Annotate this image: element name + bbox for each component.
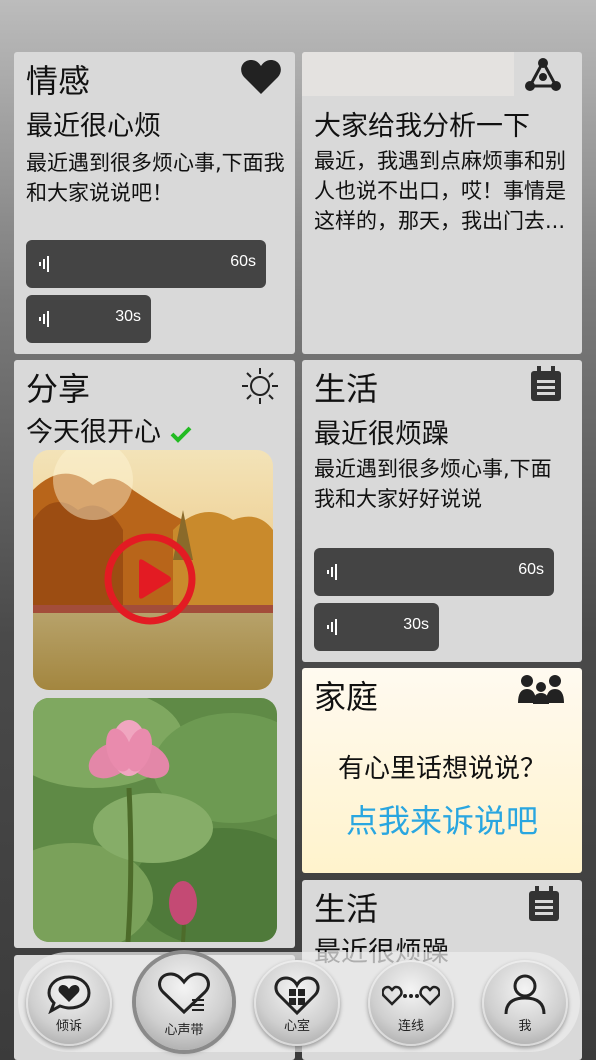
hearts-link-icon xyxy=(382,985,440,1006)
heart-grid-icon xyxy=(274,976,320,1016)
play-button-icon[interactable] xyxy=(103,532,197,626)
card-life[interactable]: 生活 最近很烦躁 最近遇到很多烦心事,下面我和大家好好说说 60s 30s xyxy=(302,360,582,662)
check-icon xyxy=(170,426,192,443)
card-family[interactable]: 家庭 有心里话想说说？ 点我来诉说吧 xyxy=(302,668,582,873)
card-analyze[interactable]: 大家给我分析一下 最近，我遇到点麻烦事和别人也说不出口，哎！事情是这样的，那天，… xyxy=(302,52,582,354)
card-category: 分享 xyxy=(26,370,91,408)
nav-label: 心声带 xyxy=(164,1023,204,1038)
card-body: 最近，我遇到点麻烦事和别人也说不出口，哎！事情是这样的，那天，我出门去... xyxy=(314,149,566,233)
card-body: 最近遇到很多烦心事,下面我和大家说说吧！ xyxy=(26,151,285,205)
card-category: 生活 xyxy=(314,370,379,408)
card-category: 家庭 xyxy=(314,678,379,716)
tell-now-link[interactable]: 点我来诉说吧 xyxy=(302,796,582,842)
card-share[interactable]: 分享 今天很开心 xyxy=(14,360,295,948)
nav-heart-room[interactable]: 心室 xyxy=(254,960,340,1046)
nav-label: 倾诉 xyxy=(55,1019,82,1034)
card-subtitle: 最近很心烦 xyxy=(26,111,161,142)
calendar-icon xyxy=(531,366,561,401)
video-thumbnail[interactable] xyxy=(33,450,273,690)
sun-icon xyxy=(242,368,278,404)
person-icon xyxy=(504,974,546,1015)
family-question: 有心里话想说说？ xyxy=(337,754,546,784)
nav-label: 连线 xyxy=(397,1019,424,1034)
voice-duration: 60s xyxy=(518,561,544,578)
connections-icon xyxy=(525,58,561,91)
nav-voice-tape[interactable]: 心声带 xyxy=(136,954,232,1050)
family-icon xyxy=(518,675,564,704)
card-category: 生活 xyxy=(314,890,379,928)
card-emotion[interactable]: 情感 最近很心烦 最近遇到很多烦心事,下面我和大家说说吧！ 60s 30s xyxy=(14,52,295,354)
nav-connect[interactable]: 连线 xyxy=(368,960,454,1046)
bottom-nav: 倾诉 心声带 心室 连线 我 xyxy=(18,952,580,1052)
voice-duration: 30s xyxy=(115,308,141,325)
voice-message[interactable]: 30s xyxy=(314,603,439,651)
sound-wave-icon xyxy=(327,619,337,635)
voice-message[interactable]: 60s xyxy=(26,240,266,288)
nav-label: 心室 xyxy=(283,1019,310,1034)
voice-duration: 30s xyxy=(403,616,429,633)
heart-icon xyxy=(241,60,281,94)
voice-message[interactable]: 60s xyxy=(314,548,554,596)
sound-wave-icon xyxy=(327,564,337,580)
nav-me[interactable]: 我 xyxy=(482,960,568,1046)
voice-duration: 60s xyxy=(230,253,256,270)
card-subtitle: 大家给我分析一下 xyxy=(314,111,530,142)
calendar-icon xyxy=(529,886,559,921)
card-body: 最近遇到很多烦心事,下面我和大家好好说说 xyxy=(314,457,552,511)
nav-label: 我 xyxy=(518,1019,532,1034)
photo-thumbnail[interactable] xyxy=(33,698,277,942)
card-category: 情感 xyxy=(26,62,91,100)
card-subtitle: 最近很烦躁 xyxy=(314,419,449,450)
subtitle-text: 今天很开心 xyxy=(26,417,161,448)
sound-wave-icon xyxy=(39,256,49,272)
nav-confide[interactable]: 倾诉 xyxy=(26,960,112,1046)
category-placeholder xyxy=(302,52,514,96)
sound-wave-icon xyxy=(39,311,49,327)
card-subtitle: 今天很开心 xyxy=(26,410,192,449)
voice-message[interactable]: 30s xyxy=(26,295,151,343)
lotus-image xyxy=(33,698,277,942)
speech-heart-icon xyxy=(47,975,91,1014)
heart-outline-icon xyxy=(158,972,210,1015)
